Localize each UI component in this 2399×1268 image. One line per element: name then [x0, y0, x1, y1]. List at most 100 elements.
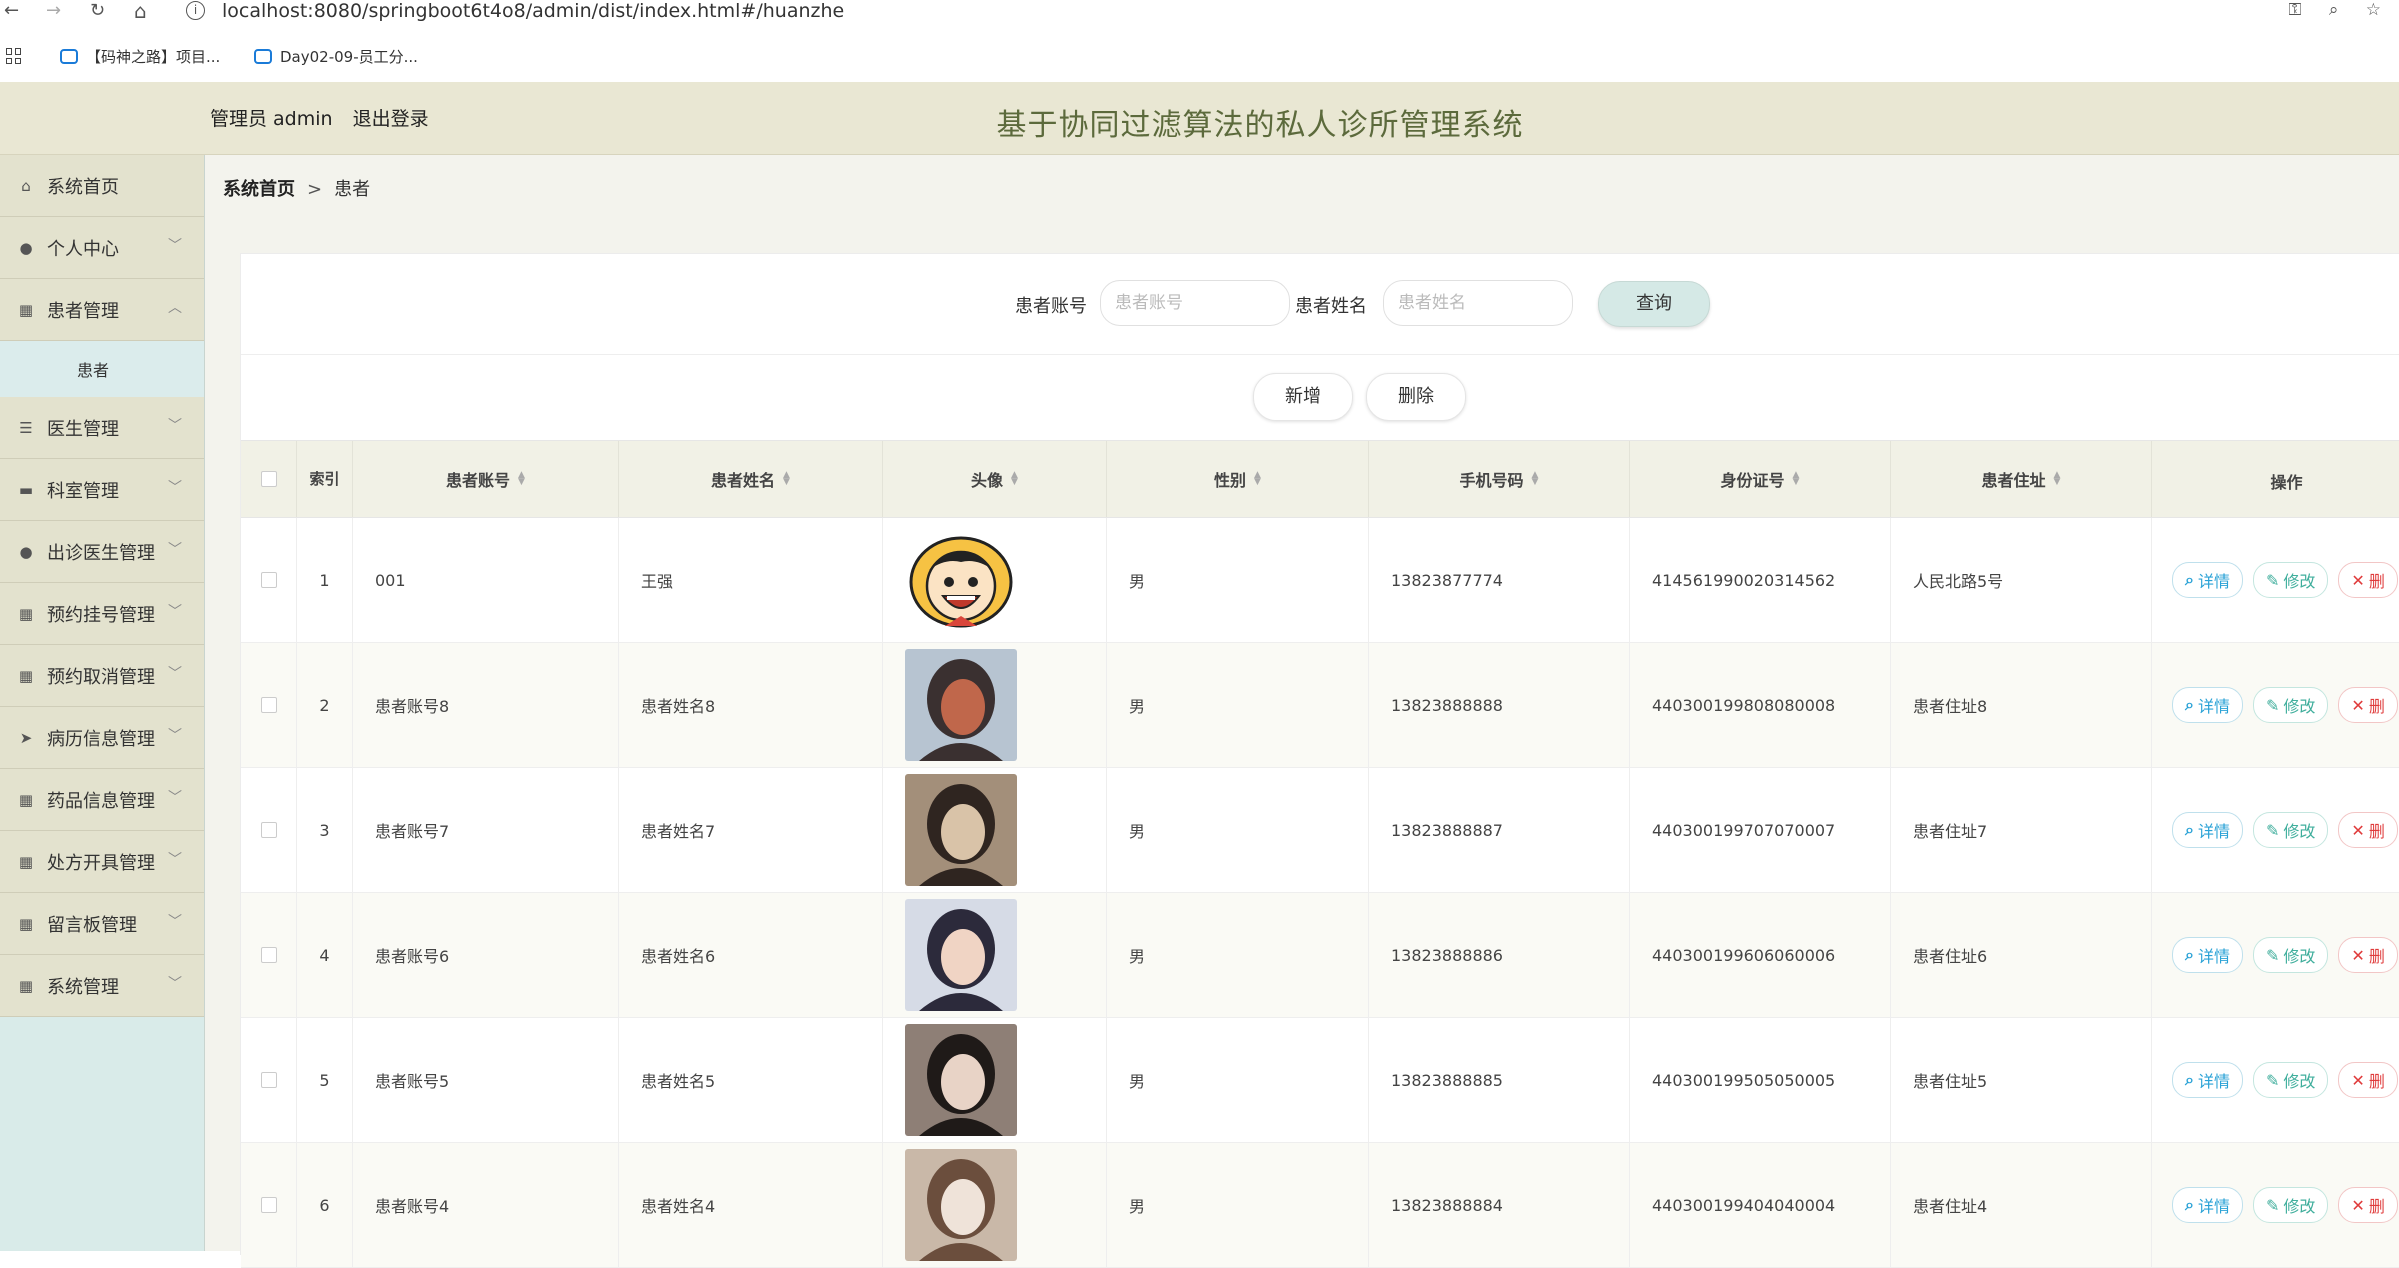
edit-button[interactable]: ✎ 修改: [2252, 562, 2329, 598]
th-gender[interactable]: 性别 ▲ ▼: [1107, 441, 1369, 517]
row-delete-button[interactable]: ✕ 删: [2338, 812, 2398, 848]
sidebar-item-appointments[interactable]: ▦ 预约挂号管理 ﹀: [0, 583, 204, 645]
home-icon[interactable]: ⌂: [134, 0, 147, 22]
reload-icon[interactable]: ↻: [90, 0, 105, 22]
name-search-input[interactable]: [1383, 280, 1573, 326]
detail-button[interactable]: ⌕ 详情: [2172, 812, 2243, 848]
app-header: 管理员 admin 退出登录 基于协同过滤算法的私人诊所管理系统: [0, 82, 2399, 155]
row-checkbox[interactable]: [260, 697, 277, 713]
sort-icon[interactable]: ▲ ▼: [2054, 471, 2061, 487]
th-avatar[interactable]: 头像 ▲ ▼: [883, 441, 1107, 517]
table-row[interactable]: 3 患者账号7 患者姓名7 男 13823888887 44030019970707000…: [241, 768, 2399, 893]
sidebar-item-label: 医生管理: [47, 418, 119, 440]
close-icon: ✕: [2351, 945, 2365, 965]
chevron-down-icon: ﹀: [168, 480, 182, 496]
sort-icon[interactable]: ▲ ▼: [1254, 471, 1261, 487]
sidebar-item-departments[interactable]: ▬ 科室管理 ﹀: [0, 459, 204, 521]
cell-idcard: 440300199404040004: [1630, 1143, 1891, 1267]
row-delete-button[interactable]: ✕ 删: [2338, 687, 2398, 723]
sidebar-item-visiting-doctors[interactable]: ● 出诊医生管理 ﹀: [0, 521, 204, 583]
detail-button[interactable]: ⌕ 详情: [2172, 1187, 2243, 1223]
sidebar-item-patients[interactable]: ▦ 患者管理 ︿: [0, 279, 204, 341]
detail-button[interactable]: ⌕ 详情: [2172, 1062, 2243, 1098]
edit-button[interactable]: ✎ 修改: [2252, 1062, 2329, 1098]
th-account[interactable]: 患者账号 ▲ ▼: [353, 441, 619, 517]
sidebar-item-medicines[interactable]: ▦ 药品信息管理 ﹀: [0, 769, 204, 831]
row-checkbox[interactable]: [260, 572, 277, 588]
add-button[interactable]: 新增: [1253, 373, 1353, 421]
chevron-down-icon: ﹀: [168, 418, 182, 434]
breadcrumb-home[interactable]: 系统首页: [223, 179, 295, 200]
row-checkbox[interactable]: [260, 1197, 277, 1213]
detail-button[interactable]: ⌕ 详情: [2172, 687, 2243, 723]
bookmark-label: 【码神之路】项目...: [86, 48, 221, 66]
cell-index: 1: [297, 518, 353, 642]
row-checkbox[interactable]: [260, 822, 277, 838]
search-icon: ⌕: [2185, 570, 2194, 589]
select-all-checkbox[interactable]: [260, 471, 277, 487]
th-label: 患者住址: [1981, 471, 2046, 490]
table-row[interactable]: 2 患者账号8 患者姓名8 男 13823888888 44030019980808000…: [241, 643, 2399, 768]
table-body: 1 001 王强男 13823877774 414561990020314562 人民北路…: [241, 518, 2399, 1268]
cell-gender: 男: [1107, 643, 1369, 767]
row-checkbox[interactable]: [260, 947, 277, 963]
sidebar-item-messages[interactable]: ▦ 留言板管理 ﹀: [0, 893, 204, 955]
sort-icon[interactable]: ▲ ▼: [1532, 471, 1539, 487]
edit-icon: ✎: [2265, 1070, 2280, 1090]
sidebar-item-records[interactable]: ➤ 病历信息管理 ﹀: [0, 707, 204, 769]
sort-icon[interactable]: ▲ ▼: [1793, 471, 1800, 487]
zoom-icon[interactable]: ⌕: [2329, 0, 2339, 20]
edit-button[interactable]: ✎ 修改: [2252, 937, 2329, 973]
th-idcard[interactable]: 身份证号 ▲ ▼: [1630, 441, 1891, 517]
row-delete-button[interactable]: ✕ 删: [2338, 937, 2398, 973]
delete-button[interactable]: 删除: [1366, 373, 1466, 421]
sort-icon[interactable]: ▲ ▼: [1011, 471, 1018, 487]
detail-button[interactable]: ⌕ 详情: [2172, 937, 2243, 973]
sidebar-item-system[interactable]: ▦ 系统管理 ﹀: [0, 955, 204, 1017]
edit-button[interactable]: ✎ 修改: [2252, 812, 2329, 848]
sidebar-item-doctors[interactable]: ☰ 医生管理 ﹀: [0, 397, 204, 459]
account-search-input[interactable]: [1100, 280, 1290, 326]
star-icon[interactable]: ☆: [2366, 0, 2381, 20]
apps-icon: ▦: [18, 914, 34, 933]
bookmark-item[interactable]: Day02-09-员工分...: [254, 46, 418, 67]
sidebar-item-prescriptions[interactable]: ▦ 处方开具管理 ﹀: [0, 831, 204, 893]
th-address[interactable]: 患者住址 ▲ ▼: [1891, 441, 2152, 517]
edit-button[interactable]: ✎ 修改: [2252, 687, 2329, 723]
query-button[interactable]: 查询: [1598, 281, 1710, 327]
sidebar-subitem-patient[interactable]: 患者: [0, 341, 204, 397]
sidebar-item-home[interactable]: ⌂ 系统首页: [0, 155, 204, 217]
sort-icon[interactable]: ▲ ▼: [518, 471, 525, 487]
apps-grid-icon[interactable]: [6, 48, 22, 64]
cell-ops: ⌕ 详情 ✎ 修改 ✕ 删: [2152, 1143, 2399, 1267]
th-label: 手机号码: [1459, 471, 1524, 490]
table-row[interactable]: 1 001 王强 男 13823877774 414561990020314562 人民北路…: [241, 518, 2399, 643]
key-icon[interactable]: ⚿: [2288, 0, 2301, 20]
row-checkbox[interactable]: [260, 1072, 277, 1088]
search-icon: ⌕: [2185, 695, 2194, 714]
edit-icon: ✎: [2265, 820, 2280, 840]
table-row[interactable]: 4 患者账号6 患者姓名6 男 13823888886 44030019960606000…: [241, 893, 2399, 1018]
row-delete-button[interactable]: ✕ 删: [2338, 562, 2398, 598]
sort-icon[interactable]: ▲ ▼: [783, 471, 790, 487]
sidebar-item-personal[interactable]: ● 个人中心 ﹀: [0, 217, 204, 279]
row-delete-button[interactable]: ✕ 删: [2338, 1187, 2398, 1223]
forward-icon[interactable]: →: [46, 0, 61, 22]
edit-label: 修改: [2283, 947, 2316, 966]
sidebar-item-label: 处方开具管理: [47, 852, 155, 874]
back-icon[interactable]: ←: [4, 0, 19, 22]
site-info-icon[interactable]: i: [186, 1, 205, 20]
edit-icon: ✎: [2265, 570, 2280, 590]
cell-address: 患者住址8: [1891, 643, 2152, 767]
bookmark-item[interactable]: 【码神之路】项目...: [60, 46, 220, 67]
sidebar-item-cancellations[interactable]: ▦ 预约取消管理 ﹀: [0, 645, 204, 707]
table-row[interactable]: 5 患者账号5 患者姓名5 男 13823888885 44030019950505000…: [241, 1018, 2399, 1143]
th-name[interactable]: 患者姓名 ▲ ▼: [619, 441, 883, 517]
edit-button[interactable]: ✎ 修改: [2252, 1187, 2329, 1223]
detail-button[interactable]: ⌕ 详情: [2172, 562, 2243, 598]
content-card: 患者账号 患者姓名 查询 新增 删除 索引 患者账号 ▲▼ 患者姓名 ▲▼ 头像 ▲▼…: [240, 253, 2399, 1268]
row-delete-button[interactable]: ✕ 删: [2338, 1062, 2398, 1098]
address-bar[interactable]: localhost:8080/springboot6t4o8/admin/dis…: [222, 0, 844, 22]
th-phone[interactable]: 手机号码 ▲ ▼: [1369, 441, 1630, 517]
table-row[interactable]: 6 患者账号4 患者姓名4 男 13823888884 44030019940404000…: [241, 1143, 2399, 1268]
